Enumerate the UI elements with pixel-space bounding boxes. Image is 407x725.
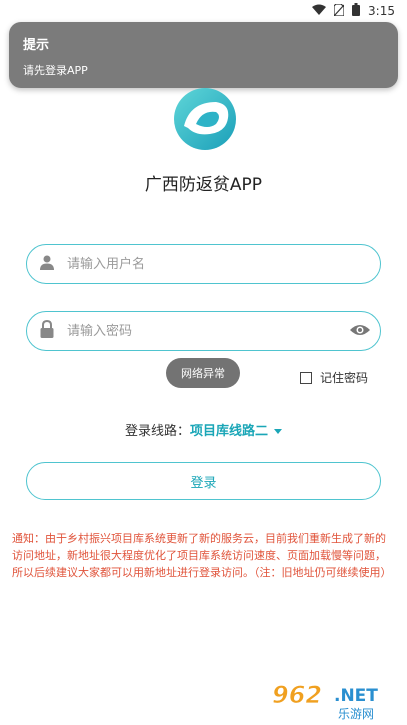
wifi-icon — [312, 4, 327, 18]
username-input[interactable] — [65, 255, 380, 273]
toast-title: 提示 — [23, 38, 50, 53]
network-error-toast: 网络异常 — [166, 358, 240, 388]
svg-text:.NET: .NET — [334, 686, 378, 706]
toast-notification: 提示 请先登录APP — [9, 22, 398, 88]
remember-password[interactable]: 记住密码 — [300, 369, 368, 386]
username-field-container[interactable] — [26, 244, 381, 284]
status-bar: 3:15 — [0, 0, 407, 22]
eye-icon[interactable] — [350, 322, 370, 342]
site-watermark-logo: 962 .NET 乐游网 — [266, 679, 401, 721]
svg-text:乐游网: 乐游网 — [338, 707, 374, 721]
remember-checkbox[interactable] — [300, 371, 312, 384]
route-selector[interactable]: 登录线路：项目库线路二 — [0, 420, 407, 439]
toast-message: 请先登录APP — [23, 64, 88, 77]
app-logo — [170, 84, 240, 154]
user-icon — [39, 254, 55, 274]
app-title: 广西防返贫APP — [144, 175, 263, 195]
status-time: 3:15 — [368, 4, 395, 18]
route-value[interactable]: 项目库线路二 — [190, 424, 268, 439]
route-label: 登录线路： — [124, 424, 190, 439]
battery-icon — [352, 3, 361, 19]
dropdown-caret-icon[interactable] — [274, 429, 283, 434]
password-input[interactable] — [65, 322, 380, 340]
password-field-container[interactable] — [26, 311, 381, 351]
remember-label: 记住密码 — [320, 371, 369, 385]
login-button[interactable]: 登录 — [26, 462, 381, 500]
no-sim-icon — [333, 2, 345, 19]
svg-text:962: 962 — [272, 681, 322, 709]
lock-icon — [39, 319, 55, 342]
notice-text: 通知：由于乡村振兴项目库系统更新了新的服务云，目前我们重新生成了新的访问地址，新… — [12, 532, 392, 579]
